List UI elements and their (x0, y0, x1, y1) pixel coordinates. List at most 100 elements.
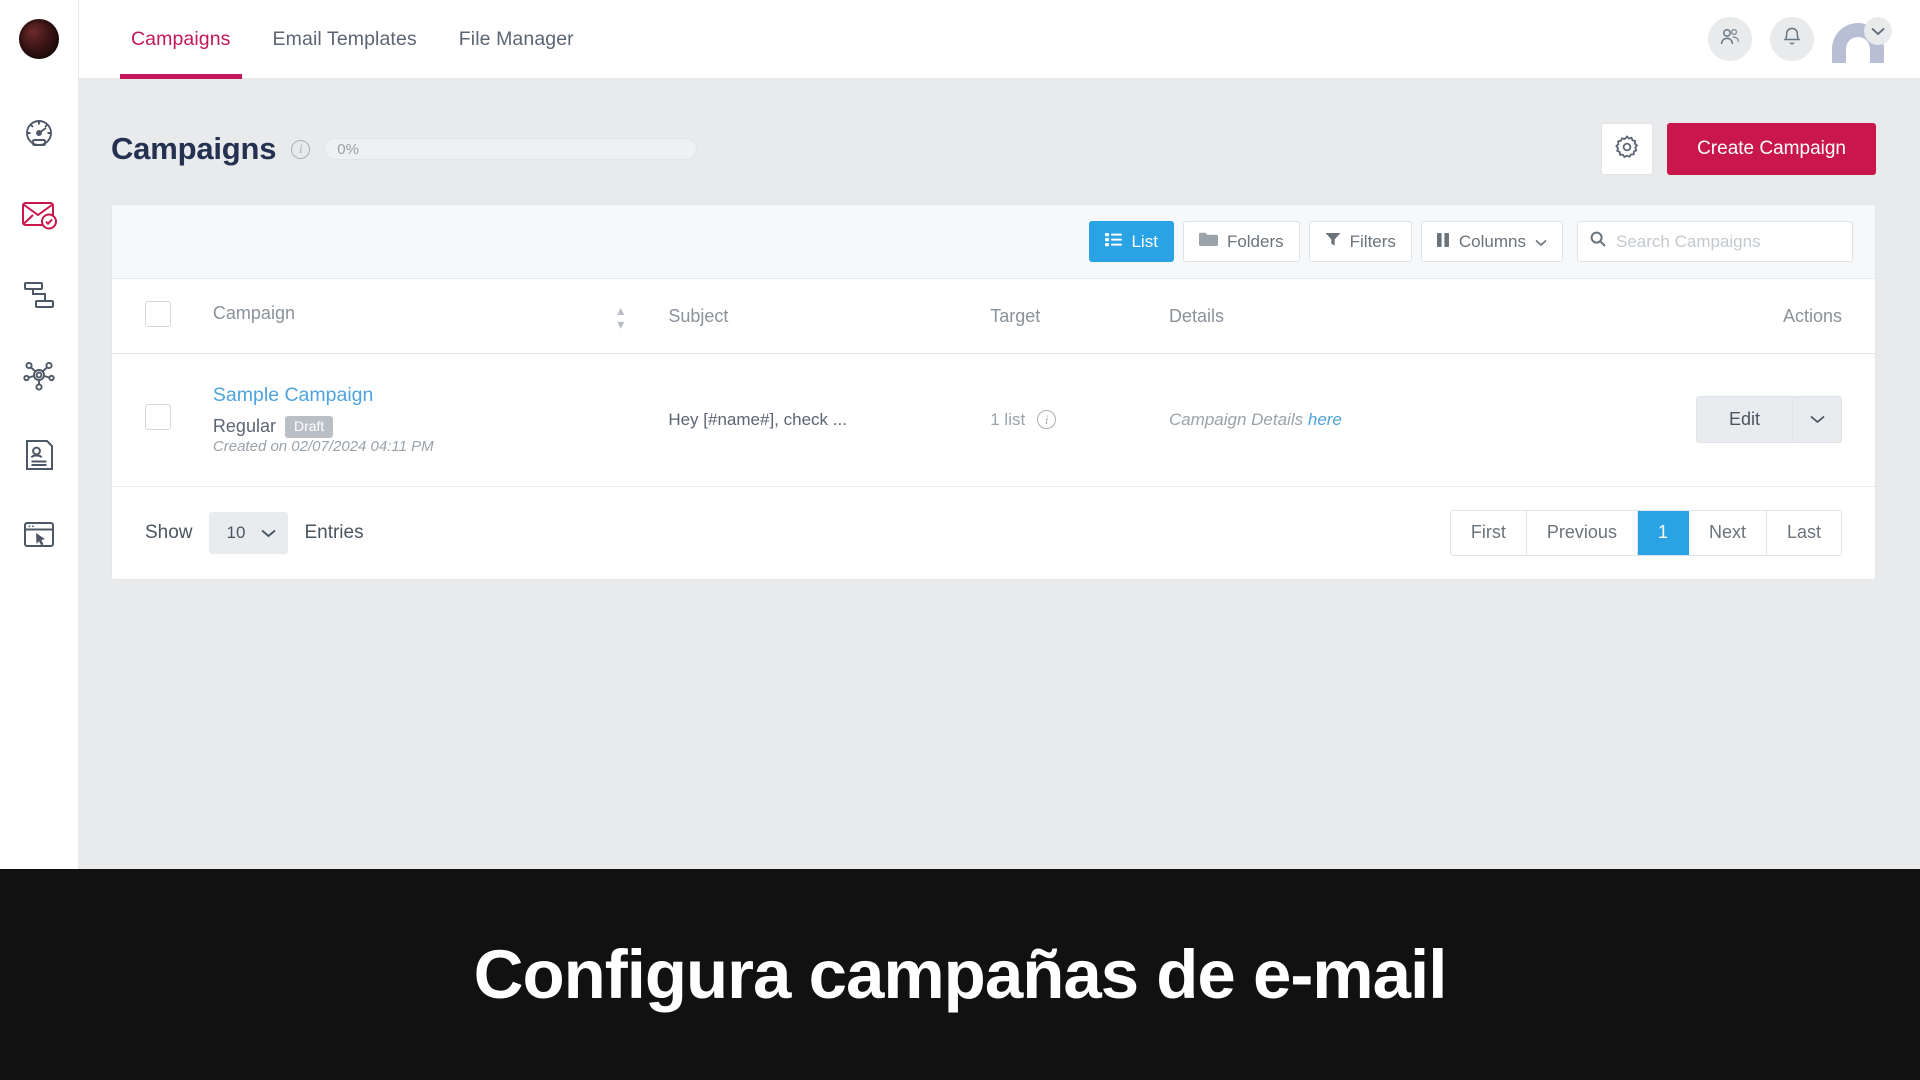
campaign-created: Created on 02/07/2024 04:11 PM (212, 437, 434, 455)
campaigns-table: Campaign ▴ ▾ Subject Target Details Actio… (112, 279, 1875, 487)
sidebar-item-contacts[interactable] (0, 415, 79, 495)
entries-select[interactable]: 10 (208, 511, 289, 554)
target-label: 1 list (990, 409, 1026, 429)
gear-icon (1614, 134, 1640, 165)
campaign-type-label: Regular (212, 416, 276, 437)
chevron-down-icon (1864, 17, 1892, 45)
table-footer: Show 10 Entries First Previous 1 Next La… (112, 487, 1875, 579)
entries-label: Entries (304, 521, 364, 543)
users-button[interactable] (1708, 17, 1752, 61)
filters-label: Filters (1349, 231, 1396, 251)
sidebar-item-sitemap[interactable] (0, 255, 79, 335)
campaign-type: Regular Draft (213, 416, 668, 438)
settings-button[interactable] (1601, 123, 1654, 175)
view-list-label: List (1131, 231, 1158, 251)
create-campaign-button[interactable]: Create Campaign (1667, 123, 1876, 175)
column-header-actions: Actions (1695, 279, 1875, 354)
bell-icon (1781, 25, 1803, 54)
list-icon (1105, 232, 1123, 252)
top-actions (1708, 15, 1892, 63)
row-campaign-cell: Sample Campaign Regular Draft Created on… (212, 353, 669, 487)
top-navigation: Campaigns Email Templates File Manager (79, 0, 1920, 79)
columns-icon (1436, 232, 1450, 252)
sort-icon[interactable]: ▴ ▾ (617, 303, 624, 331)
row-details-cell: Campaign Details here (1168, 353, 1696, 487)
pagination-first[interactable]: First (1450, 510, 1527, 555)
search-icon (1590, 231, 1606, 252)
filters-button[interactable]: Filters (1308, 221, 1412, 262)
column-header-subject: Subject (668, 279, 991, 354)
table-header-row: Campaign ▴ ▾ Subject Target Details Actio… (112, 279, 1875, 354)
columns-label: Columns (1458, 231, 1526, 251)
select-all-header (112, 279, 213, 354)
tab-campaigns[interactable]: Campaigns (110, 0, 252, 79)
envelope-check-icon (19, 196, 59, 234)
sidebar-item-landing-pages[interactable] (0, 495, 79, 575)
page-header: Campaigns i 0% Create Campaign (79, 79, 1920, 175)
chevron-down-icon (261, 523, 277, 543)
progress-bar: 0% (324, 138, 698, 160)
edit-button[interactable]: Edit (1695, 396, 1792, 444)
sidebar-item-network[interactable] (0, 335, 79, 415)
campaigns-card: List Folders Filters Columns Search Camp… (111, 204, 1876, 580)
column-header-campaign-label: Campaign (212, 302, 295, 323)
tab-email-templates[interactable]: Email Templates (252, 0, 438, 79)
avatar-menu[interactable] (1832, 15, 1892, 63)
select-all-checkbox[interactable] (145, 301, 171, 327)
status-badge: Draft (284, 416, 334, 438)
top-tabs: Campaigns Email Templates File Manager (110, 0, 595, 79)
column-header-target: Target (990, 279, 1169, 354)
pagination-page-1[interactable]: 1 (1637, 510, 1689, 555)
tab-file-manager-label: File Manager (458, 27, 574, 50)
chevron-down-icon (1809, 411, 1825, 429)
search-input[interactable] (1616, 231, 1826, 252)
table-row: Sample Campaign Regular Draft Created on… (112, 353, 1875, 487)
page-title: Campaigns (111, 131, 277, 166)
campaign-name-link[interactable]: Sample Campaign (213, 384, 668, 407)
table-body: Sample Campaign Regular Draft Created on… (112, 353, 1875, 487)
tab-email-templates-label: Email Templates (272, 27, 417, 50)
details-here-link[interactable]: here (1308, 410, 1342, 429)
info-icon[interactable]: i (291, 139, 311, 159)
contact-card-icon (20, 436, 58, 474)
page-body: Campaigns i 0% Create Campaign List Fold… (79, 79, 1920, 869)
app-logo-orb[interactable] (19, 19, 59, 59)
pagination-last[interactable]: Last (1766, 510, 1841, 555)
row-actions-cell: Edit (1695, 353, 1875, 487)
show-label: Show (145, 521, 193, 543)
notifications-button[interactable] (1770, 17, 1814, 61)
columns-button[interactable]: Columns (1420, 221, 1563, 262)
column-header-details: Details (1168, 279, 1696, 354)
details-text: Campaign Details (1168, 409, 1304, 429)
app-root: Campaigns Email Templates File Manager C… (0, 0, 1920, 1080)
target-info-icon[interactable]: i (1037, 410, 1057, 430)
edit-dropdown-button[interactable] (1792, 396, 1842, 444)
sidebar-item-campaigns[interactable] (0, 175, 79, 255)
entries-value: 10 (226, 522, 246, 542)
dashboard-gauge-icon (20, 116, 58, 154)
tab-file-manager[interactable]: File Manager (438, 0, 595, 79)
progress-label: 0% (337, 140, 359, 158)
entries-control: Show 10 Entries (145, 511, 364, 554)
search-campaigns-box[interactable] (1577, 221, 1853, 262)
view-folders-button[interactable]: Folders (1182, 221, 1300, 262)
promo-banner-text: Configura campañas de e-mail (473, 936, 1448, 1013)
view-list-button[interactable]: List (1089, 221, 1174, 262)
network-nodes-icon (20, 356, 58, 394)
tab-campaigns-label: Campaigns (131, 27, 231, 50)
row-checkbox[interactable] (145, 404, 171, 431)
sidebar-item-dashboard[interactable] (0, 95, 79, 175)
table-toolbar: List Folders Filters Columns Search Camp… (112, 205, 1875, 279)
table-header: Campaign ▴ ▾ Subject Target Details Actio… (112, 279, 1875, 354)
column-header-campaign[interactable]: Campaign ▴ ▾ (212, 279, 669, 354)
sitemap-icon (20, 276, 58, 314)
row-target-cell: 1 list i (990, 353, 1169, 487)
promo-banner: Configura campañas de e-mail (0, 869, 1920, 1080)
chevron-down-icon (1535, 232, 1547, 252)
pagination: First Previous 1 Next Last (1449, 509, 1842, 556)
row-subject-cell: Hey [#name#], check ... (668, 353, 991, 487)
pagination-next[interactable]: Next (1688, 510, 1767, 555)
folder-icon (1198, 232, 1218, 252)
pagination-previous[interactable]: Previous (1526, 510, 1638, 555)
page-header-actions: Create Campaign (1601, 123, 1876, 175)
